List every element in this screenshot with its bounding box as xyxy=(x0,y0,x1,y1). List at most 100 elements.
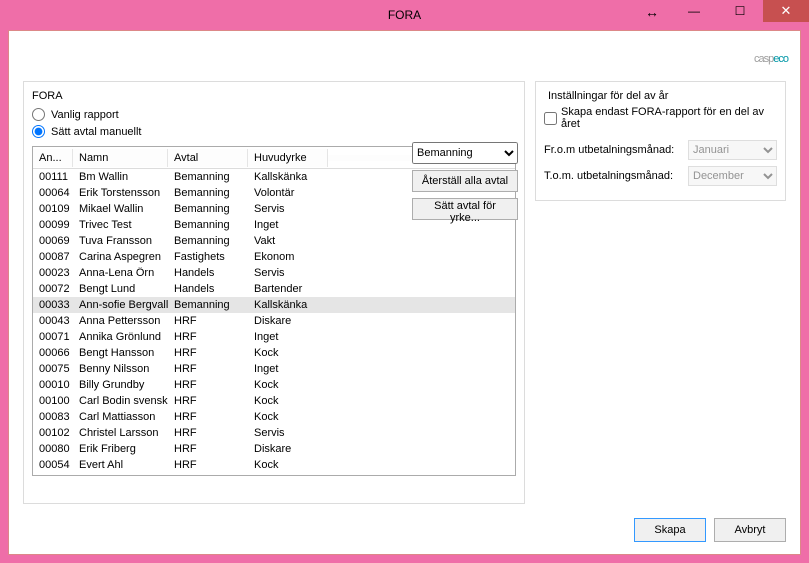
table-row[interactable]: 00069Tuva FranssonBemanningVakt xyxy=(33,233,515,249)
table-row[interactable]: 00075Benny NilssonHRFInget xyxy=(33,361,515,377)
from-month-row: Fr.o.m utbetalningsmånad: Januari xyxy=(544,140,777,160)
cell-yrke: Inget xyxy=(248,219,328,231)
cell-yrke: Volontär xyxy=(248,187,328,199)
table-row[interactable]: 00080Erik FribergHRFDiskare xyxy=(33,441,515,457)
skapa-button[interactable]: Skapa xyxy=(634,518,706,542)
cell-namn: Billy Grundby xyxy=(73,379,168,391)
window-buttons: — ☐ ✕ xyxy=(671,0,809,22)
avtal-dropdown[interactable]: Bemanning xyxy=(412,142,518,164)
cell-id: 00010 xyxy=(33,379,73,391)
cell-avtal: HRF xyxy=(168,443,248,455)
cell-id: 00102 xyxy=(33,427,73,439)
table-row[interactable]: 00054Evert AhlHRFKock xyxy=(33,457,515,473)
cell-id: 00072 xyxy=(33,283,73,295)
radio-vanlig-rapport[interactable]: Vanlig rapport xyxy=(32,108,516,121)
table-row[interactable]: 00023Anna-Lena ÖrnHandelsServis xyxy=(33,265,515,281)
cell-avtal: Bemanning xyxy=(168,203,248,215)
partial-year-label: Skapa endast FORA-rapport för en del av … xyxy=(561,106,777,130)
cell-namn: Bengt Lund xyxy=(73,283,168,295)
from-month-select[interactable]: Januari xyxy=(688,140,777,160)
cell-namn: Carl Bodin svensk xyxy=(73,395,168,407)
cell-avtal: Handels xyxy=(168,267,248,279)
cell-namn: Annika Grönlund xyxy=(73,331,168,343)
cell-avtal: Bemanning xyxy=(168,299,248,311)
cell-namn: Ann-sofie Bergvall xyxy=(73,299,168,311)
table-row[interactable]: 00066Bengt HanssonHRFKock xyxy=(33,345,515,361)
cell-namn: Benny Nilsson xyxy=(73,363,168,375)
cell-avtal: Bemanning xyxy=(168,235,248,247)
cell-namn: Erik Torstensson xyxy=(73,187,168,199)
main-area: FORA Vanlig rapport Sätt avtal manuellt … xyxy=(23,81,786,504)
cell-namn: Bm Wallin xyxy=(73,171,168,183)
logo: caspeco xyxy=(754,37,788,69)
radio-vanlig-input[interactable] xyxy=(32,108,45,121)
avbryt-button[interactable]: Avbryt xyxy=(714,518,786,542)
cell-avtal: Bemanning xyxy=(168,187,248,199)
close-button[interactable]: ✕ xyxy=(763,0,809,22)
to-month-row: T.o.m. utbetalningsmånad: December xyxy=(544,166,777,186)
th-an[interactable]: An... xyxy=(33,149,73,167)
table-row[interactable]: 00010Billy GrundbyHRFKock xyxy=(33,377,515,393)
left-panel: FORA Vanlig rapport Sätt avtal manuellt … xyxy=(23,81,525,504)
cell-id: 00083 xyxy=(33,411,73,423)
cell-avtal: Bemanning xyxy=(168,219,248,231)
cell-namn: Carl Mattiasson xyxy=(73,411,168,423)
cell-yrke: Kock xyxy=(248,459,328,471)
cell-id: 00064 xyxy=(33,187,73,199)
cell-namn: Mikael Wallin xyxy=(73,203,168,215)
cell-avtal: HRF xyxy=(168,363,248,375)
mid-controls: Bemanning Återställ alla avtal Sätt avta… xyxy=(412,142,522,226)
reset-all-button[interactable]: Återställ alla avtal xyxy=(412,170,518,192)
cell-id: 00066 xyxy=(33,347,73,359)
resize-icon: ↔ xyxy=(645,4,659,20)
cell-yrke: Servis xyxy=(248,203,328,215)
cell-avtal: HRF xyxy=(168,379,248,391)
cell-id: 00023 xyxy=(33,267,73,279)
table-row[interactable]: 00043Anna PetterssonHRFDiskare xyxy=(33,313,515,329)
cell-id: 00043 xyxy=(33,315,73,327)
cell-yrke: Diskare xyxy=(248,443,328,455)
cell-yrke: Ekonom xyxy=(248,251,328,263)
cell-id: 00069 xyxy=(33,235,73,247)
set-avtal-yrke-button[interactable]: Sätt avtal för yrke... xyxy=(412,198,518,220)
table-row[interactable]: 00083Carl MattiassonHRFKock xyxy=(33,409,515,425)
partial-year-checkbox[interactable] xyxy=(544,112,557,125)
th-huvudyrke[interactable]: Huvudyrke xyxy=(248,149,328,167)
cell-avtal: HRF xyxy=(168,411,248,423)
cell-yrke: Kallskänka xyxy=(248,171,328,183)
table-row[interactable]: 00071Annika GrönlundHRFInget xyxy=(33,329,515,345)
partial-year-checkbox-row[interactable]: Skapa endast FORA-rapport för en del av … xyxy=(544,106,777,130)
table-row[interactable]: 00102Christel LarssonHRFServis xyxy=(33,425,515,441)
minimize-button[interactable]: — xyxy=(671,0,717,22)
cell-yrke: Inget xyxy=(248,363,328,375)
cell-avtal: HRF xyxy=(168,347,248,359)
table-row[interactable]: 00089Fredrik BergHRFKock xyxy=(33,473,515,475)
cell-yrke: Diskare xyxy=(248,315,328,327)
cell-yrke: Bartender xyxy=(248,283,328,295)
cell-yrke: Servis xyxy=(248,267,328,279)
titlebar: FORA ↔ — ☐ ✕ xyxy=(0,0,809,30)
radio-satt-avtal[interactable]: Sätt avtal manuellt xyxy=(32,125,516,138)
table-row[interactable]: 00087Carina AspegrenFastighetsEkonom xyxy=(33,249,515,265)
maximize-button[interactable]: ☐ xyxy=(717,0,763,22)
table-row[interactable]: 00100Carl Bodin svenskHRFKock xyxy=(33,393,515,409)
section-title-fora: FORA xyxy=(32,90,516,102)
radio-satt-label: Sätt avtal manuellt xyxy=(51,126,142,138)
to-month-label: T.o.m. utbetalningsmånad: xyxy=(544,170,682,182)
cell-avtal: Bemanning xyxy=(168,171,248,183)
radio-vanlig-label: Vanlig rapport xyxy=(51,109,119,121)
cell-avtal: HRF xyxy=(168,459,248,471)
client-area: caspeco FORA Vanlig rapport Sätt avtal m… xyxy=(8,30,801,555)
cell-namn: Tuva Fransson xyxy=(73,235,168,247)
table-row[interactable]: 00072Bengt LundHandelsBartender xyxy=(33,281,515,297)
th-namn[interactable]: Namn xyxy=(73,149,168,167)
to-month-select[interactable]: December xyxy=(688,166,777,186)
table-row[interactable]: 00033Ann-sofie BergvallBemanningKallskän… xyxy=(33,297,515,313)
cell-id: 00080 xyxy=(33,443,73,455)
cell-namn: Anna Pettersson xyxy=(73,315,168,327)
cell-id: 00111 xyxy=(33,171,73,183)
cell-id: 00109 xyxy=(33,203,73,215)
th-avtal[interactable]: Avtal xyxy=(168,149,248,167)
cell-yrke: Kock xyxy=(248,379,328,391)
radio-satt-input[interactable] xyxy=(32,125,45,138)
